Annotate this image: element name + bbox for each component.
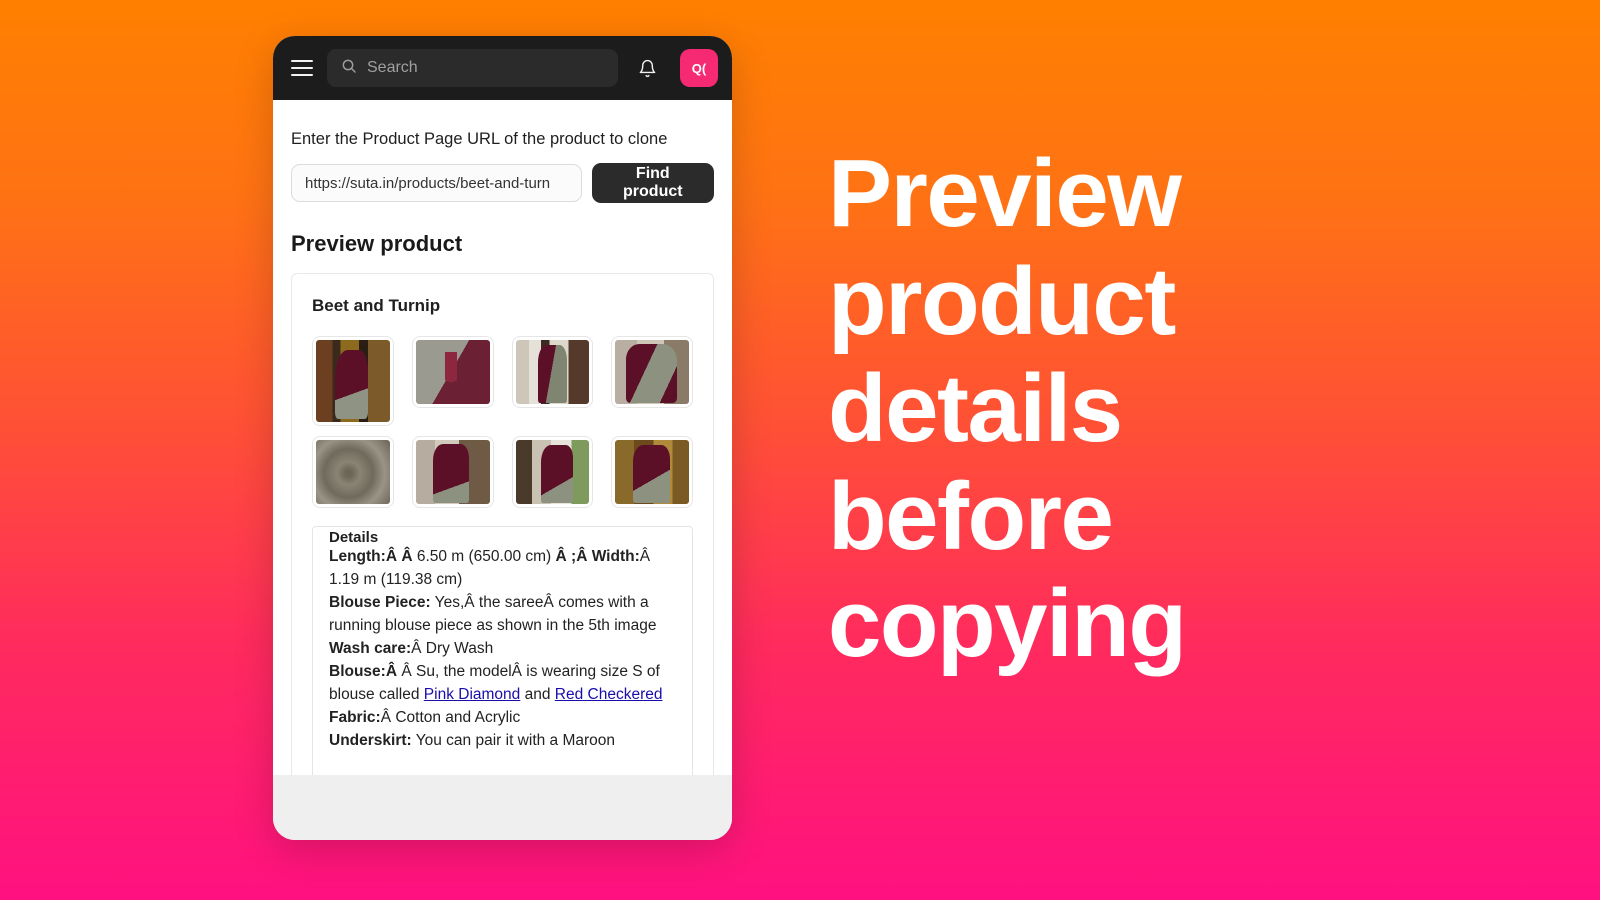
thumbnail-image xyxy=(316,340,390,422)
phone-mockup: Q( Enter the Product Page URL of the pro… xyxy=(273,36,732,840)
product-thumbnail-grid xyxy=(312,336,693,508)
thumbnail-image xyxy=(415,440,490,504)
search-icon xyxy=(341,58,357,79)
find-product-button[interactable]: Find product xyxy=(591,163,714,203)
detail-link[interactable]: Pink Diamond xyxy=(424,686,521,703)
thumbnail-image xyxy=(615,440,689,504)
product-card-scroll-area[interactable]: Beet and Turnip Details Length:Â Â 6.50 … xyxy=(292,274,713,790)
detail-label: Underskirt: xyxy=(329,731,412,749)
hamburger-menu-icon[interactable] xyxy=(291,60,313,76)
page-title: Preview product xyxy=(291,231,463,256)
product-thumbnail-5[interactable] xyxy=(312,436,394,508)
detail-value: 6.50 m (650.00 cm) xyxy=(416,548,556,565)
detail-label: Length:Â Â xyxy=(329,548,417,565)
detail-label: Blouse Piece: xyxy=(329,593,431,611)
product-name: Beet and Turnip xyxy=(312,296,441,315)
product-thumbnail-8[interactable] xyxy=(611,436,693,508)
search-box[interactable] xyxy=(327,49,618,87)
detail-line: Length:Â Â 6.50 m (650.00 cm) Â ;Â Width… xyxy=(329,546,676,592)
app-header: Q( xyxy=(273,36,732,100)
product-thumbnail-3[interactable] xyxy=(511,336,594,408)
product-details-box[interactable]: Details Length:Â Â 6.50 m (650.00 cm) Â … xyxy=(312,526,693,790)
detail-line: Wash care:Â Dry Wash xyxy=(329,638,676,661)
detail-value: Â Cotton and Acrylic xyxy=(380,708,521,726)
avatar[interactable]: Q( xyxy=(680,49,718,87)
detail-line: Blouse Piece: Yes,Â the sareeÂ comes wit… xyxy=(329,592,676,638)
hamburger-line xyxy=(291,67,313,69)
product-thumbnail-6[interactable] xyxy=(411,436,494,508)
product-thumbnail-4[interactable] xyxy=(611,336,693,408)
detail-line: Fabric:Â Cotton and Acrylic xyxy=(329,707,676,730)
detail-link[interactable]: Red Checkered xyxy=(555,686,663,703)
details-heading: Details xyxy=(329,529,379,546)
thumbnail-image xyxy=(615,340,689,404)
hamburger-line xyxy=(291,60,313,62)
page-body: Enter the Product Page URL of the produc… xyxy=(273,100,732,840)
thumbnail-image xyxy=(515,440,590,504)
detail-label: Wash care: xyxy=(329,639,412,657)
detail-value: Â Dry Wash xyxy=(411,639,494,657)
detail-value: You can pair it with a Maroon xyxy=(411,731,616,749)
search-input[interactable] xyxy=(367,59,604,77)
detail-value: and xyxy=(520,685,555,703)
detail-label: Fabric: xyxy=(329,708,381,726)
product-thumbnail-7[interactable] xyxy=(511,436,594,508)
bottom-strip xyxy=(273,775,732,840)
hero-headline: Preview product details before copying xyxy=(828,140,1187,678)
product-preview-card: Beet and Turnip Details Length:Â Â 6.50 … xyxy=(291,273,714,791)
thumbnail-image xyxy=(415,340,490,404)
url-form-row: Find product xyxy=(291,163,714,203)
detail-label: Â ;Â Width: xyxy=(555,548,640,565)
product-thumbnail-2[interactable] xyxy=(411,336,494,408)
detail-line: Underskirt: You can pair it with a Maroo… xyxy=(329,730,676,753)
product-thumbnail-1[interactable] xyxy=(312,336,394,426)
product-url-input[interactable] xyxy=(291,164,582,202)
details-text: Length:Â Â 6.50 m (650.00 cm) Â ;Â Width… xyxy=(329,546,676,752)
notification-bell-icon[interactable] xyxy=(632,59,662,78)
url-field-label: Enter the Product Page URL of the produc… xyxy=(291,130,668,148)
thumbnail-image xyxy=(316,440,390,504)
hamburger-line xyxy=(291,74,313,76)
thumbnail-image xyxy=(515,340,590,404)
detail-line: Blouse:Â Â Su, the modelÂ is wearing siz… xyxy=(329,661,676,707)
detail-label: Blouse:Â xyxy=(329,662,398,680)
